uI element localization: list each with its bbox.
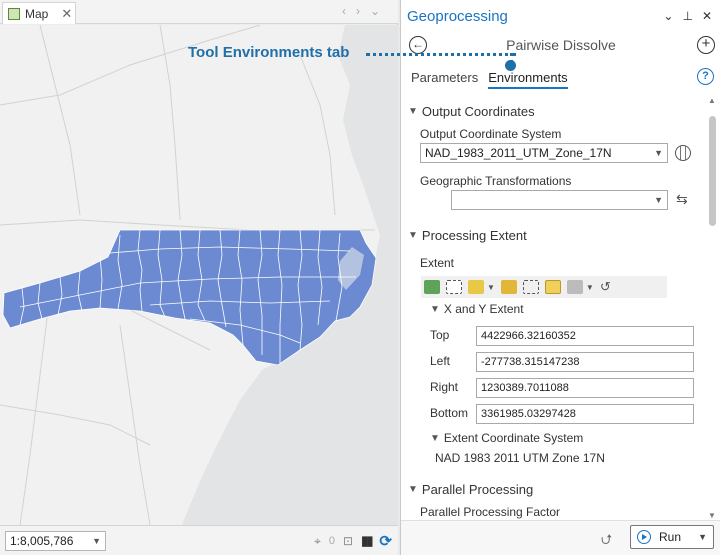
section-parallel-processing[interactable]: ▼ Parallel Processing (408, 482, 533, 497)
help-icon[interactable]: ? (697, 68, 714, 85)
right-input[interactable]: 1230389.7011088 (476, 378, 694, 398)
run-button[interactable]: Run ▼ (630, 525, 714, 549)
selection-count: 0 (328, 535, 336, 547)
chevron-down-icon: ▼ (408, 230, 418, 241)
section-output-coordinates[interactable]: ▼ Output Coordinates (408, 104, 535, 119)
geo-transform-select[interactable]: ▼ (451, 190, 668, 210)
app-root: Map ✕ ‹›⌄ 1:8,005,786 ▼ ⌖ 0 ⊡ ▮▮ ⟳ Geopr… (0, 0, 720, 555)
paste-icon[interactable] (566, 280, 583, 294)
bottom-input[interactable]: 3361985.03297428 (476, 404, 694, 424)
chevron-down-icon[interactable]: ▼ (586, 283, 594, 292)
extent-label: Extent (420, 256, 455, 270)
right-label: Right (430, 380, 459, 394)
tab-environments[interactable]: Environments (488, 70, 568, 89)
pane-controls: ⌄ ⊥ ✕ (663, 9, 712, 23)
xy-extent-label: X and Y Extent (443, 302, 524, 316)
section-title: Parallel Processing (421, 482, 534, 497)
chevron-down-icon: ▼ (430, 432, 440, 444)
section-title: Processing Extent (421, 228, 527, 243)
parallel-factor-label: Parallel Processing Factor (420, 505, 561, 519)
chevron-up-icon[interactable]: ▲ (708, 96, 716, 105)
swap-icon[interactable]: ⇆ (676, 191, 688, 208)
map-icon (8, 7, 20, 20)
intersection-icon[interactable] (522, 280, 539, 294)
section-processing-extent[interactable]: ▼ Processing Extent (408, 228, 527, 243)
map-tabbar: Map ✕ ‹›⌄ (0, 0, 398, 24)
run-label: Run (659, 530, 682, 544)
coord-system-value: NAD_1983_2011_UTM_Zone_17N (425, 146, 612, 160)
tool-tabs: Parameters Environments (411, 70, 568, 89)
play-icon (637, 530, 651, 544)
tab-parameters[interactable]: Parameters (411, 70, 478, 89)
close-icon[interactable]: ✕ (702, 9, 712, 23)
scroll-thumb[interactable] (709, 116, 716, 226)
top-input[interactable]: 4422966.32160352 (476, 326, 694, 346)
pane-title: Geoprocessing (407, 8, 508, 25)
coord-system-label: Output Coordinate System (420, 127, 562, 141)
map-pane: Map ✕ ‹›⌄ 1:8,005,786 ▼ ⌖ 0 ⊡ ▮▮ ⟳ (0, 0, 398, 555)
callout-dot (505, 60, 516, 71)
chevron-down-icon: ▼ (408, 484, 418, 495)
environments-body: ▼ Output Coordinates Output Coordinate S… (401, 96, 707, 520)
add-icon[interactable]: + (697, 36, 715, 54)
map-status-bar: 1:8,005,786 ▼ ⌖ 0 ⊡ ▮▮ ⟳ (0, 525, 398, 555)
callout-label: Tool Environments tab (188, 44, 350, 61)
geoprocessing-pane: Geoprocessing ⌄ ⊥ ✕ ← Pairwise Dissolve … (400, 0, 720, 555)
coord-system-select[interactable]: NAD_1983_2011_UTM_Zone_17N ▼ (420, 143, 668, 163)
selection-icon[interactable]: ⌖ (314, 534, 321, 549)
chevron-down-icon: ▼ (430, 303, 440, 315)
bottom-label: Bottom (430, 406, 469, 420)
xy-extent-toggle[interactable]: ▼ X and Y Extent (430, 302, 524, 316)
scale-select[interactable]: 1:8,005,786 ▼ (5, 531, 106, 551)
top-label: Top (430, 328, 450, 342)
tool-name: Pairwise Dissolve (506, 37, 616, 53)
layer-extent-icon[interactable] (468, 280, 484, 294)
map-tab[interactable]: Map ✕ (2, 2, 76, 24)
chevron-down-icon: ▼ (654, 195, 663, 205)
scrollbar[interactable]: ▲ ▼ (707, 96, 718, 520)
section-title: Output Coordinates (421, 104, 535, 119)
geo-transform-label: Geographic Transformations (420, 174, 572, 188)
extent-cs-value: NAD 1983 2011 UTM Zone 17N (435, 451, 605, 465)
chevron-down-icon: ▼ (92, 536, 101, 546)
globe-icon[interactable] (675, 145, 691, 161)
callout-leader-line (366, 53, 516, 56)
tab-scroll-arrows[interactable]: ‹›⌄ (342, 4, 390, 18)
left-label: Left (430, 354, 451, 368)
rerun-icon[interactable]: ⮍ (601, 529, 612, 553)
reset-icon[interactable]: ↺ (600, 279, 611, 295)
union-icon[interactable] (544, 280, 561, 294)
pause-icon[interactable]: ▮▮ (361, 533, 373, 549)
browse-folder-icon[interactable] (500, 280, 517, 294)
map-svg (0, 25, 398, 525)
draw-extent-icon[interactable] (446, 280, 462, 294)
extent-cs-toggle[interactable]: ▼ Extent Coordinate System (430, 431, 583, 445)
scale-value: 1:8,005,786 (10, 534, 74, 548)
refresh-icon[interactable]: ⟳ (379, 532, 392, 550)
extent-cs-label: Extent Coordinate System (443, 431, 584, 445)
map-tab-label: Map (25, 6, 49, 21)
map-canvas[interactable] (0, 25, 398, 525)
current-display-extent-icon[interactable] (424, 280, 440, 294)
chevron-down-icon: ▼ (654, 148, 663, 158)
extent-toolbar: ▼ ▼ ↺ (421, 276, 667, 298)
chevron-down-icon[interactable]: ▼ (487, 283, 495, 292)
pin-icon[interactable]: ⊥ (682, 9, 692, 23)
close-icon[interactable]: ✕ (61, 6, 72, 22)
left-input[interactable]: -277738.315147238 (476, 352, 694, 372)
chevron-down-icon[interactable]: ▼ (708, 511, 716, 520)
chevron-down-icon: ▼ (408, 106, 418, 117)
tool-footer: ⮍ Run ▼ (401, 520, 720, 555)
chevron-down-icon[interactable]: ⌄ (663, 9, 673, 23)
snapping-icon[interactable]: ⊡ (343, 534, 353, 548)
status-controls: ⌖ 0 ⊡ ▮▮ ⟳ (314, 532, 392, 550)
chevron-down-icon[interactable]: ▼ (698, 532, 707, 542)
